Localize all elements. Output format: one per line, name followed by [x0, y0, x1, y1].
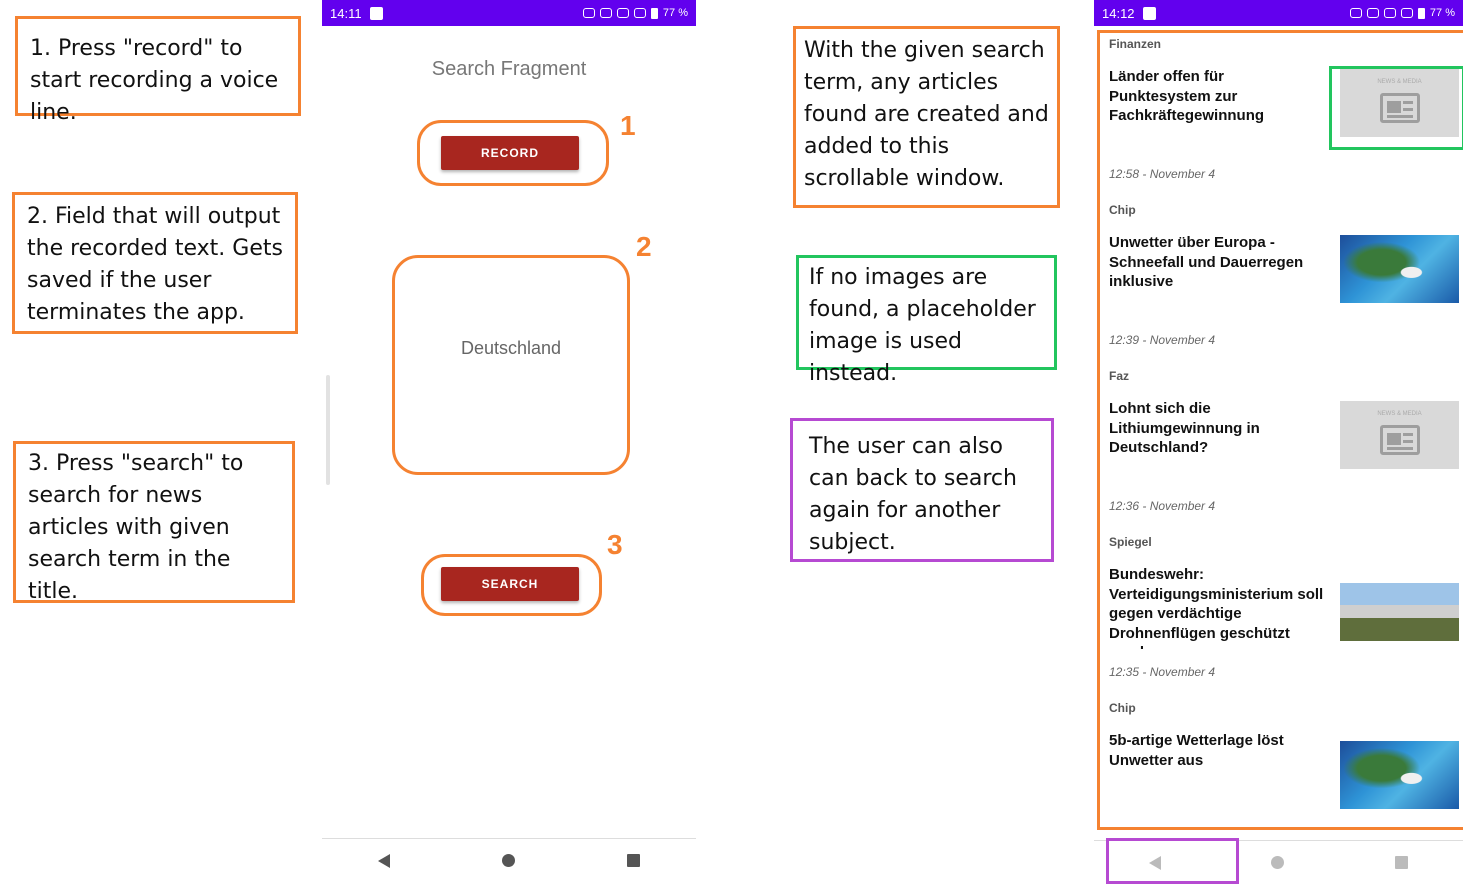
home-icon[interactable] [1271, 856, 1285, 869]
recents-icon[interactable] [1394, 856, 1408, 869]
article-card[interactable]: Lohnt sich die Lithiumgewinnung in Deuts… [1100, 365, 1463, 531]
alarm-icon [582, 8, 595, 18]
scrollbar[interactable] [326, 375, 330, 485]
battery-level: 77 % [1429, 7, 1455, 19]
article-time: 12:58 - November 4 [1109, 167, 1216, 181]
article-time: 12:36 - November 4 [1109, 499, 1216, 513]
battery-level: 77 % [662, 7, 688, 19]
cast-icon [599, 8, 612, 18]
battery-icon [1417, 7, 1425, 19]
search-fragment-screen: 14:11 77 % Search Fragment RECORD Deutsc… [322, 0, 696, 884]
newspaper-icon [1380, 425, 1420, 455]
note-back: The user can also can back to search aga… [790, 418, 1054, 562]
article-card[interactable]: Bundeswehr: Verteidigungsministerium sol… [1100, 531, 1463, 697]
cast-icon [1366, 8, 1379, 18]
home-icon[interactable] [502, 854, 515, 867]
status-time: 14:12 [1102, 5, 1135, 21]
status-icons: 77 % [582, 7, 688, 19]
note-search: 3. Press "search" to search for news art… [13, 441, 295, 604]
placeholder-caption: NEWS & MEDIA [1377, 411, 1422, 417]
label-number-3: 3 [607, 529, 623, 560]
recents-icon[interactable] [627, 854, 640, 867]
status-bar: 14:12 77 % [1094, 0, 1463, 26]
article-title: Länder offen für Punktesystem zur Fachkr… [1109, 68, 1265, 124]
fragment-title: Search Fragment [431, 58, 587, 80]
wifi-icon [633, 8, 646, 18]
back-icon[interactable] [378, 853, 390, 868]
record-button[interactable]: RECORD [441, 136, 579, 170]
article-title: Lohnt sich die Lithiumgewinnung in Deuts… [1109, 400, 1260, 456]
article-title: 5b-artige Wetterlage löst Unwetter aus [1109, 732, 1284, 769]
navigation-bar [322, 838, 696, 882]
battery-icon [650, 7, 658, 19]
recorded-text-field[interactable]: Deutschland [392, 255, 630, 475]
article-title: Bundeswehr: Verteidigungsministerium sol… [1109, 566, 1324, 649]
notification-icon [1142, 6, 1156, 20]
placeholder-image-highlight [1329, 66, 1463, 150]
note-field: 2. Field that will output the recorded t… [12, 192, 298, 334]
article-time: 12:39 - November 4 [1109, 333, 1216, 347]
notification-icon [369, 6, 383, 20]
alarm-icon [1349, 8, 1362, 18]
article-card[interactable]: Unwetter über Europa - Schneefall und Da… [1100, 199, 1463, 365]
note-record: 1. Press "record" to start recording a v… [15, 16, 301, 125]
label-number-2: 2 [636, 231, 652, 262]
status-icons: 77 % [1349, 7, 1455, 19]
search-button[interactable]: SEARCH [441, 567, 579, 601]
placeholder-image: NEWS & MEDIA [1340, 401, 1459, 469]
note-placeholder: If no images are found, a placeholder im… [796, 255, 1057, 386]
label-number-1: 1 [620, 110, 636, 141]
vibrate-icon [616, 8, 629, 18]
weather-map-image [1340, 741, 1459, 809]
wifi-icon [1400, 8, 1413, 18]
building-photo [1340, 583, 1459, 641]
weather-map-image [1340, 235, 1459, 303]
article-title: Unwetter über Europa - Schneefall und Da… [1109, 234, 1304, 290]
status-bar: 14:11 77 % [322, 0, 696, 26]
note-articles: With the given search term, any articles… [793, 26, 1060, 208]
article-time: 12:35 - November 4 [1109, 665, 1216, 679]
back-button-highlight [1106, 838, 1239, 884]
status-time: 14:11 [330, 5, 362, 21]
vibrate-icon [1383, 8, 1396, 18]
article-list[interactable]: Finanzen Länder offen für Punktesystem z… [1097, 30, 1463, 830]
recorded-text: Deutschland [460, 338, 562, 358]
article-card[interactable]: 5b-artige Wetterlage löst Unwetter aus [1100, 697, 1463, 827]
